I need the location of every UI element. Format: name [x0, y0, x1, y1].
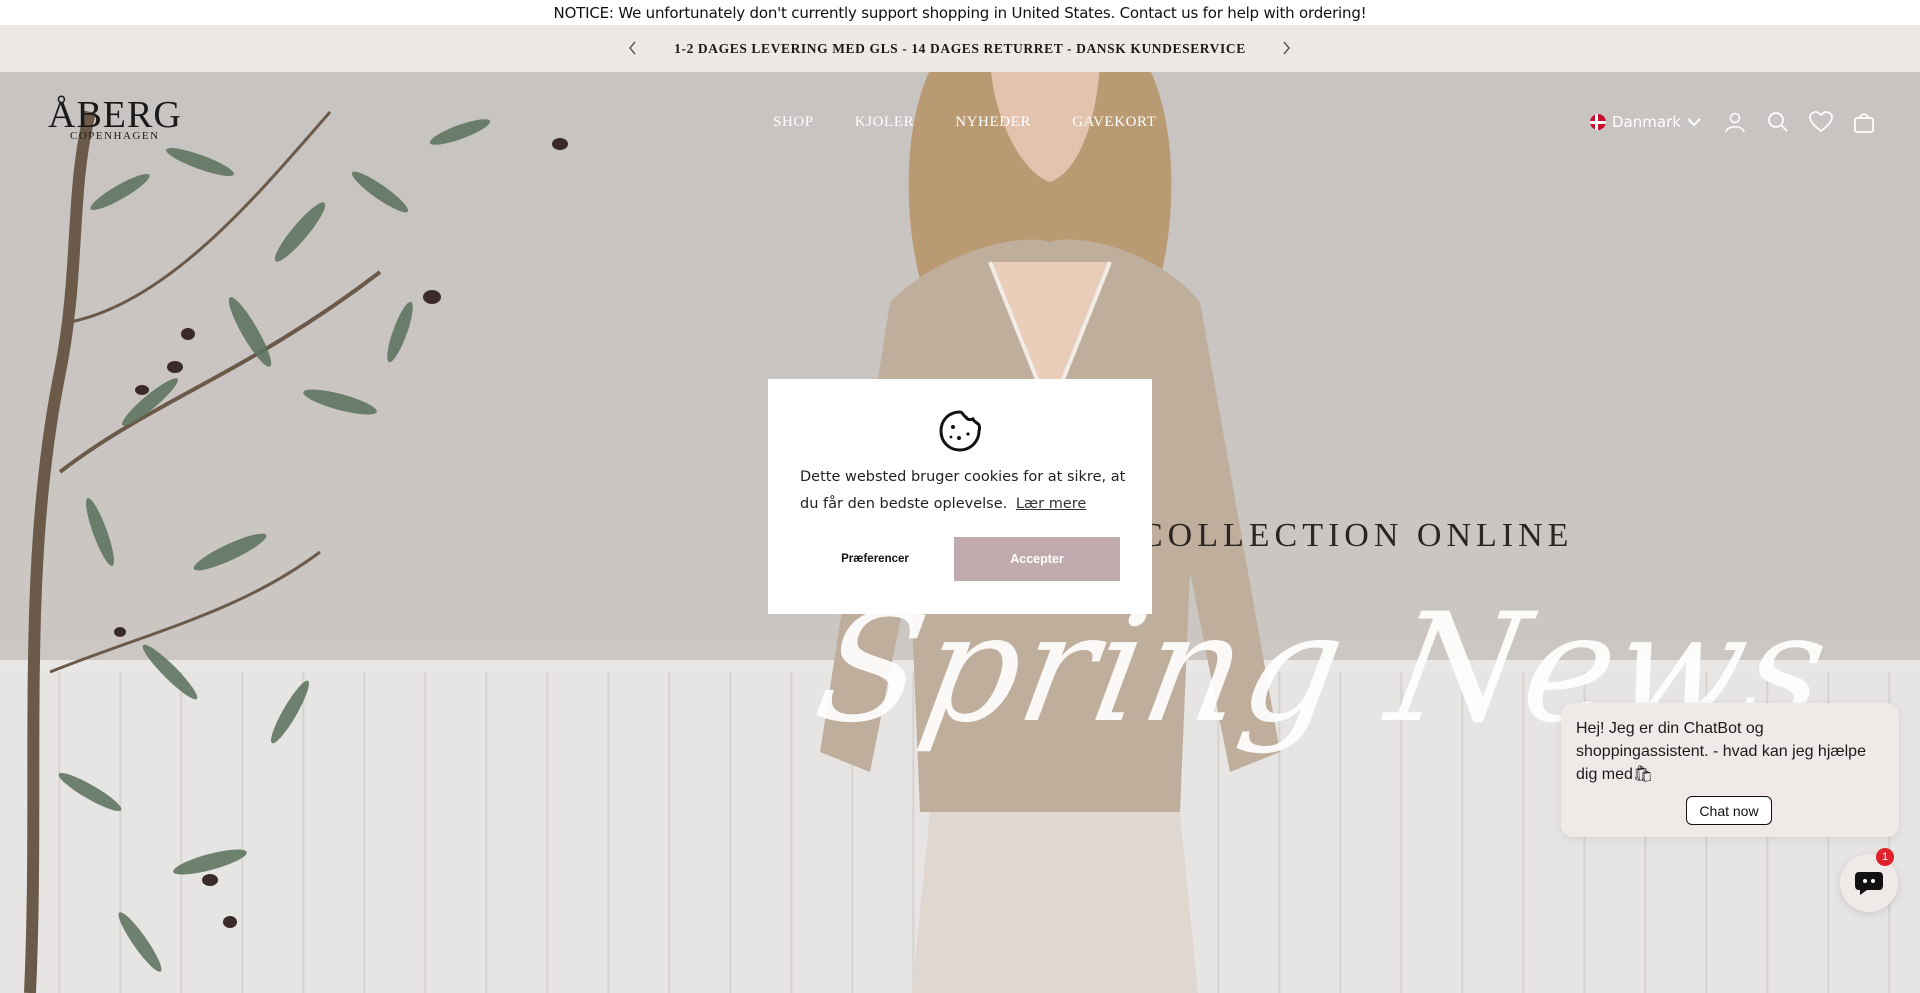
nav-item-kjoler[interactable]: KJOLER	[855, 114, 914, 131]
logo-wordmark: ÅBERG	[48, 94, 182, 136]
cookie-consent-modal: Dette websted bruger cookies for at sikr…	[768, 379, 1152, 614]
chevron-right-icon[interactable]	[1275, 37, 1297, 59]
learn-more-link[interactable]: Lær mere	[1016, 496, 1087, 512]
account-icon[interactable]	[1723, 110, 1747, 134]
country-label: Danmark	[1612, 113, 1681, 131]
chat-icon	[1855, 872, 1883, 895]
search-icon[interactable]	[1766, 110, 1790, 134]
chat-unread-badge: 1	[1876, 848, 1894, 866]
brand-logo[interactable]: ÅBERG COPENHAGEN	[48, 96, 182, 142]
notice-text: NOTICE: We unfortunately don't currently…	[553, 3, 1367, 22]
cookie-message: Dette websted bruger cookies for at sikr…	[800, 464, 1130, 518]
chatbot-message-bubble: Hej! Jeg er din ChatBot og shoppingassis…	[1561, 703, 1899, 837]
country-selector[interactable]: Danmark	[1590, 113, 1701, 131]
site-header: ÅBERG COPENHAGEN SHOP KJOLER NYHEDER GAV…	[0, 72, 1920, 176]
nav-item-shop[interactable]: SHOP	[773, 114, 814, 131]
chevron-left-icon[interactable]	[622, 37, 644, 59]
announcement-bar: 1-2 DAGES LEVERING MED GLS - 14 DAGES RE…	[0, 25, 1920, 72]
header-tools: Danmark	[1590, 110, 1895, 134]
main-nav: SHOP KJOLER NYHEDER GAVEKORT	[773, 114, 1198, 131]
preferences-button[interactable]: Præferencer	[800, 537, 950, 581]
cart-bag-icon[interactable]	[1852, 110, 1876, 134]
notice-bar: NOTICE: We unfortunately don't currently…	[0, 0, 1920, 25]
chatbot-message: Hej! Jeg er din ChatBot og shoppingassis…	[1576, 720, 1866, 783]
chat-now-button[interactable]: Chat now	[1686, 796, 1772, 825]
olive-tree-image	[24, 110, 568, 993]
accept-cookies-button[interactable]: Accepter	[954, 537, 1120, 581]
announcement-text: 1-2 DAGES LEVERING MED GLS - 14 DAGES RE…	[674, 40, 1246, 56]
denmark-flag-icon	[1590, 114, 1606, 130]
hero-collection-text: COLLECTION ONLINE	[1140, 517, 1574, 554]
chevron-down-icon	[1687, 118, 1701, 127]
cookie-icon	[939, 410, 981, 452]
wishlist-heart-icon[interactable]	[1809, 110, 1833, 134]
nav-item-gavekort[interactable]: GAVEKORT	[1072, 114, 1156, 131]
nav-item-nyheder[interactable]: NYHEDER	[955, 114, 1031, 131]
